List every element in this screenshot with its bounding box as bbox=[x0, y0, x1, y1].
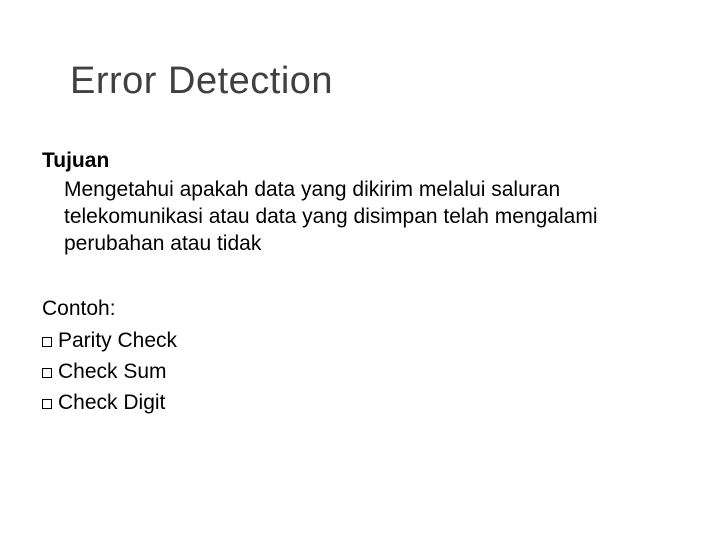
bullet-square-icon bbox=[42, 368, 52, 378]
list-item: Check Digit bbox=[42, 390, 660, 417]
list-item-label: Check Sum bbox=[58, 360, 167, 383]
example-list: Parity Check Check Sum Check Digit bbox=[42, 328, 660, 417]
section-heading-2: Contoh: bbox=[42, 296, 660, 323]
section-heading-1: Tujuan bbox=[42, 148, 660, 175]
list-item: Parity Check bbox=[42, 328, 660, 355]
list-item-label: Parity Check bbox=[58, 329, 177, 352]
bullet-square-icon bbox=[42, 337, 52, 347]
list-item-label: Check Digit bbox=[58, 391, 165, 414]
slide-body: Tujuan Mengetahui apakah data yang dikir… bbox=[42, 148, 660, 421]
slide-title: Error Detection bbox=[70, 60, 333, 103]
section-paragraph-1: Mengetahui apakah data yang dikirim mela… bbox=[64, 177, 660, 258]
list-item: Check Sum bbox=[42, 359, 660, 386]
slide: Error Detection Tujuan Mengetahui apakah… bbox=[0, 0, 720, 540]
bullet-square-icon bbox=[42, 399, 52, 409]
